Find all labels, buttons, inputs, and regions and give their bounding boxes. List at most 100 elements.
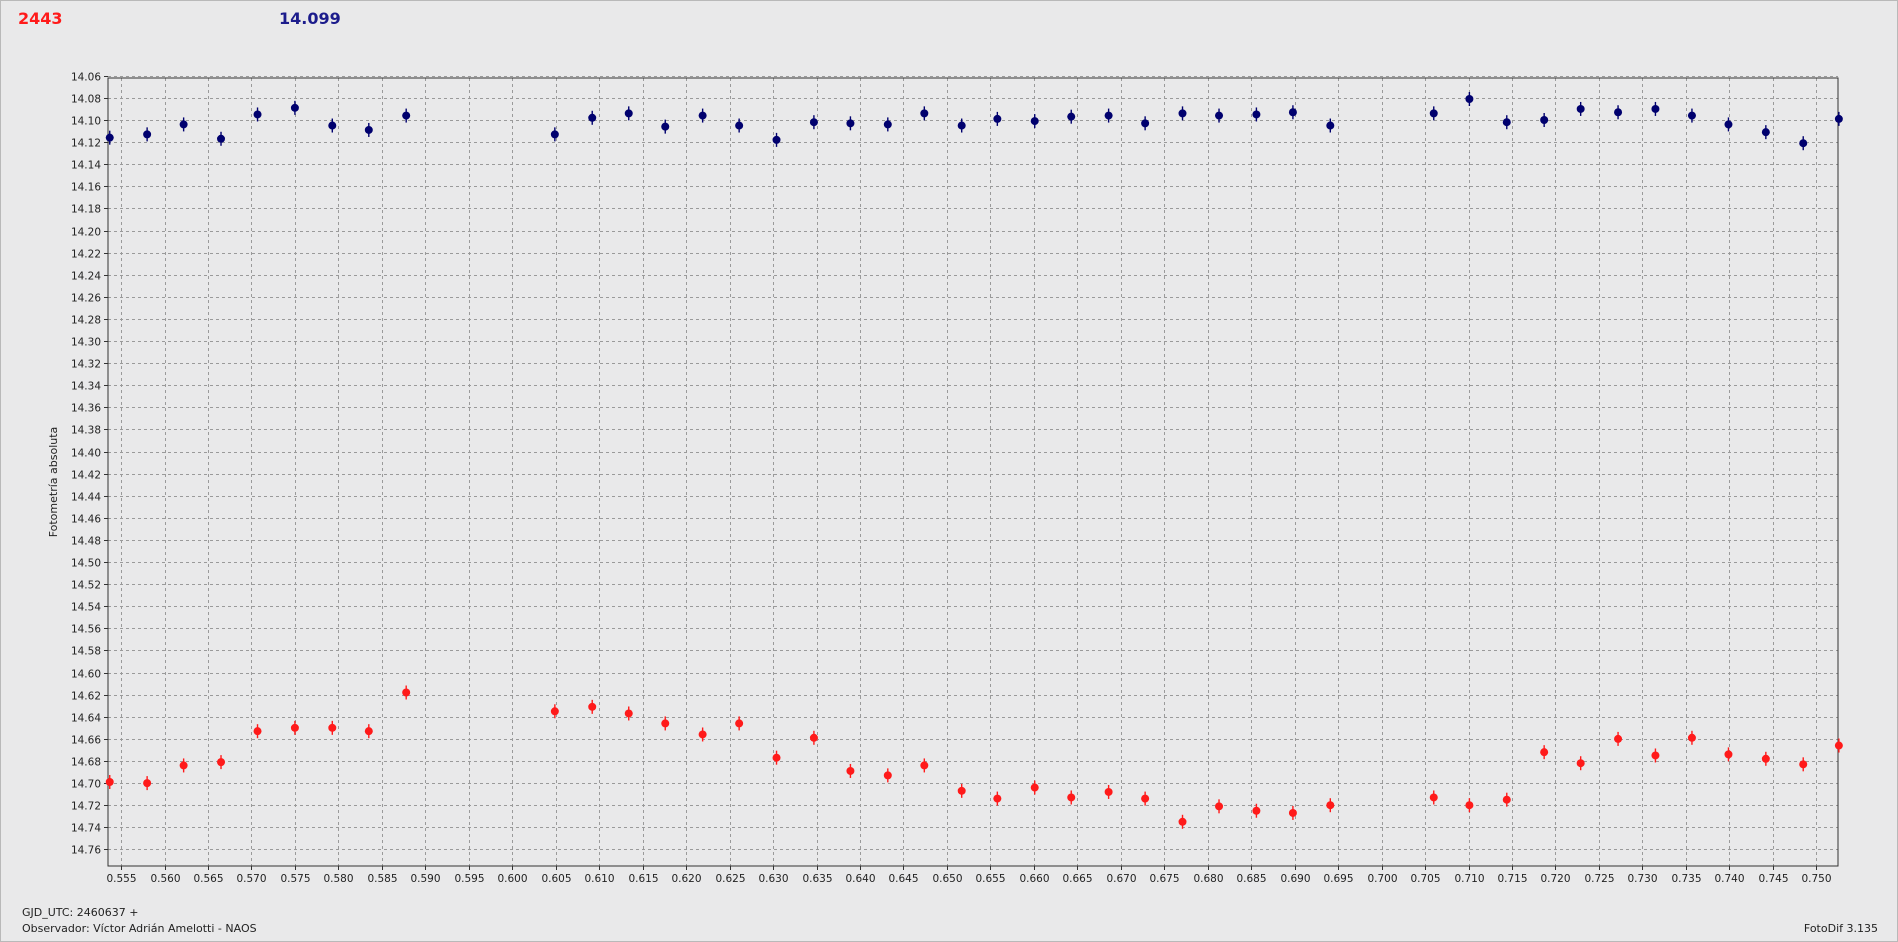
x-tick-label: 0.585 xyxy=(367,873,397,885)
x-tick-label: 0.645 xyxy=(888,873,918,885)
comparison-point xyxy=(1429,106,1438,121)
object-point xyxy=(1761,751,1770,766)
x-tick-label: 0.670 xyxy=(1106,873,1136,885)
object-point xyxy=(1215,799,1224,814)
x-tick-label: 0.590 xyxy=(410,873,440,885)
y-tick-label: 14.56 xyxy=(71,624,101,636)
data-marker xyxy=(1799,139,1808,148)
data-marker xyxy=(1465,94,1474,103)
data-marker xyxy=(290,723,299,732)
x-tick-label: 0.700 xyxy=(1367,873,1397,885)
data-marker xyxy=(1761,128,1770,137)
x-tick-label: 0.725 xyxy=(1584,873,1614,885)
y-tick-label: 14.24 xyxy=(71,271,101,283)
y-tick-label: 14.42 xyxy=(71,470,101,482)
data-marker xyxy=(1614,108,1623,117)
data-marker xyxy=(1651,751,1660,760)
x-tick-label: 0.635 xyxy=(802,873,832,885)
comparison-point xyxy=(1288,105,1297,120)
data-marker xyxy=(772,753,781,762)
object-point xyxy=(1540,745,1549,760)
object-point xyxy=(1465,798,1474,813)
x-tick-label: 0.720 xyxy=(1540,873,1570,885)
y-tick-label: 14.14 xyxy=(71,160,101,172)
data-marker xyxy=(661,719,670,728)
comparison-point xyxy=(588,110,597,125)
data-marker xyxy=(957,786,966,795)
x-tick-label: 0.655 xyxy=(975,873,1005,885)
data-marker xyxy=(402,111,411,120)
y-tick-label: 14.72 xyxy=(71,801,101,813)
data-marker xyxy=(217,758,226,767)
object-point xyxy=(105,775,114,790)
x-tick-label: 0.665 xyxy=(1062,873,1092,885)
object-point xyxy=(809,730,818,745)
object-point xyxy=(846,763,855,778)
object-point xyxy=(1614,731,1623,746)
comparison-point xyxy=(993,111,1002,126)
data-marker xyxy=(957,121,966,130)
y-tick-label: 14.06 xyxy=(71,72,101,84)
data-points xyxy=(105,91,1843,829)
y-tick-label: 14.70 xyxy=(71,779,101,791)
object-point xyxy=(1576,756,1585,771)
comparison-point xyxy=(328,118,337,133)
lightcurve-chart[interactable]: 14.06 14.08 14.10 14.12 14.14 14.16 14.18 14.20… xyxy=(0,0,1898,900)
comparison-point xyxy=(624,106,633,121)
comparison-point xyxy=(1067,109,1076,124)
y-tick-label: 14.16 xyxy=(71,182,101,194)
data-marker xyxy=(1465,801,1474,810)
comparison-point xyxy=(1252,107,1261,122)
comparison-point xyxy=(920,106,929,121)
data-marker xyxy=(1215,802,1224,811)
data-marker xyxy=(1067,112,1076,121)
object-point xyxy=(550,704,559,719)
y-tick-label: 14.52 xyxy=(71,580,101,592)
data-marker xyxy=(1614,734,1623,743)
data-marker xyxy=(179,761,188,770)
object-point xyxy=(624,706,633,721)
object-point xyxy=(957,783,966,798)
comparison-point xyxy=(1724,117,1733,132)
y-tick-label: 14.68 xyxy=(71,757,101,769)
y-tick-label: 14.60 xyxy=(71,669,101,681)
comparison-point xyxy=(661,119,670,134)
y-tick-label: 14.66 xyxy=(71,735,101,747)
data-marker xyxy=(883,120,892,129)
data-marker xyxy=(1576,759,1585,768)
object-point xyxy=(735,716,744,731)
comparison-point xyxy=(809,115,818,130)
y-tick-label: 14.48 xyxy=(71,536,101,548)
data-marker xyxy=(624,709,633,718)
y-tick-label: 14.62 xyxy=(71,691,101,703)
data-marker xyxy=(993,794,1002,803)
x-tick-label: 0.730 xyxy=(1627,873,1657,885)
data-marker xyxy=(1067,793,1076,802)
object-point xyxy=(920,758,929,773)
data-marker xyxy=(364,125,373,134)
x-tick-label: 0.685 xyxy=(1236,873,1266,885)
data-marker xyxy=(624,109,633,118)
data-marker xyxy=(1030,783,1039,792)
object-point xyxy=(993,791,1002,806)
data-marker xyxy=(1540,115,1549,124)
data-marker xyxy=(105,778,114,787)
data-marker xyxy=(661,122,670,131)
x-tick-label: 0.735 xyxy=(1671,873,1701,885)
data-marker xyxy=(588,113,597,122)
x-tick-label: 0.640 xyxy=(845,873,875,885)
data-marker xyxy=(588,702,597,711)
y-tick-label: 14.36 xyxy=(71,403,101,415)
data-marker xyxy=(1687,733,1696,742)
comparison-point xyxy=(1540,112,1549,127)
data-marker xyxy=(735,121,744,130)
version-label: FotoDif 3.135 xyxy=(1803,922,1878,935)
object-point xyxy=(364,724,373,739)
x-tick-label: 0.555 xyxy=(106,873,136,885)
comparison-point xyxy=(883,117,892,132)
x-tick-label: 0.595 xyxy=(454,873,484,885)
comparison-point xyxy=(364,122,373,137)
object-point xyxy=(1141,791,1150,806)
comparison-point xyxy=(290,100,299,115)
y-tick-label: 14.54 xyxy=(71,602,101,614)
